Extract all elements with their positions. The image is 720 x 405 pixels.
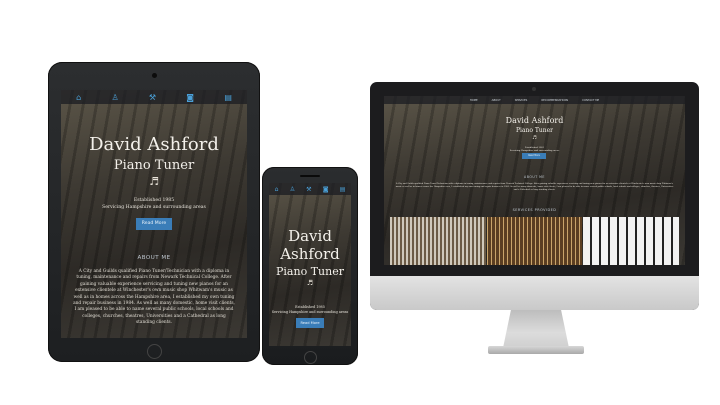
nav-contact[interactable]: CONTACT ME	[582, 99, 599, 102]
imac-navbar: HOME ABOUT SERVICES RECOMMENDATIONS CONT…	[384, 96, 685, 104]
site-subtitle: Piano Tuner	[276, 265, 344, 278]
tablet-device: ⌂ ♙ ⚒ ◙ ▤ David Ashford Piano Tuner ♬ Es…	[48, 62, 260, 362]
servicing-text: Servicing Hampshire and surrounding area…	[271, 310, 349, 314]
imac-camera	[532, 87, 536, 91]
camera-icon[interactable]: ◙	[323, 186, 329, 193]
mail-icon[interactable]: ▤	[224, 93, 232, 102]
phone-navbar: ⌂ ♙ ⚒ ◙ ▤	[269, 183, 351, 195]
phone-speaker	[300, 175, 320, 177]
home-icon[interactable]: ⌂	[76, 93, 81, 102]
tablet-camera	[152, 73, 157, 78]
apple-logo-icon	[527, 283, 542, 300]
tablet-home-button	[147, 344, 162, 359]
wrench-icon[interactable]: ⚒	[149, 93, 156, 102]
about-heading: ABOUT ME	[137, 255, 171, 261]
nav-recommendations[interactable]: RECOMMENDATIONS	[541, 99, 568, 102]
about-heading: ABOUT ME	[524, 175, 545, 179]
about-text: A City and Guilds qualified Piano Tuner/…	[395, 183, 674, 191]
site-title: David Ashford	[89, 134, 219, 155]
nav-home[interactable]: HOME	[470, 99, 478, 102]
read-more-button[interactable]: Read More	[136, 218, 172, 230]
home-icon[interactable]: ⌂	[275, 186, 279, 193]
about-text: A City and Guilds qualified Piano Tuner/…	[73, 269, 235, 326]
user-icon[interactable]: ♙	[290, 186, 295, 193]
read-more-button[interactable]: Read More	[522, 153, 546, 159]
service-image-piano-interior[interactable]	[486, 217, 583, 265]
piano-icon: ♬	[306, 279, 314, 287]
services-heading: SERVICES PROVIDED	[512, 208, 557, 212]
site-subtitle: Piano Tuner	[515, 127, 554, 134]
imac-screen: HOME ABOUT SERVICES RECOMMENDATIONS CONT…	[384, 96, 685, 265]
piano-icon: ♬	[532, 135, 537, 141]
servicing-text: Servicing Hampshire and surrounding area…	[509, 149, 560, 152]
established-text: Established 1985	[133, 198, 175, 203]
phone-device: ⌂ ♙ ⚒ ◙ ▤ David Ashford Piano Tuner ♬ Es…	[262, 167, 358, 365]
wrench-icon[interactable]: ⚒	[306, 186, 311, 193]
nav-about[interactable]: ABOUT	[492, 99, 501, 102]
nav-services[interactable]: SERVICES	[515, 99, 528, 102]
mail-icon[interactable]: ▤	[340, 186, 346, 193]
phone-screen: ⌂ ♙ ⚒ ◙ ▤ David Ashford Piano Tuner ♬ Es…	[269, 183, 351, 346]
established-text: Established 1985	[295, 305, 325, 309]
imac-device: HOME ABOUT SERVICES RECOMMENDATIONS CONT…	[370, 82, 699, 310]
piano-icon: ♬	[149, 175, 159, 188]
read-more-button[interactable]: Read More	[296, 318, 324, 328]
site-subtitle: Piano Tuner	[113, 158, 195, 173]
tablet-screen: ⌂ ♙ ⚒ ◙ ▤ David Ashford Piano Tuner ♬ Es…	[61, 90, 247, 338]
imac-stand	[503, 310, 569, 348]
services-gallery	[390, 217, 680, 265]
service-image-piano-keys[interactable]	[583, 217, 680, 265]
user-icon[interactable]: ♙	[111, 93, 118, 102]
tablet-navbar: ⌂ ♙ ⚒ ◙ ▤	[61, 90, 247, 104]
imac-stand-base	[488, 346, 584, 354]
servicing-text: Servicing Hampshire and surrounding area…	[102, 205, 206, 210]
camera-icon[interactable]: ◙	[186, 93, 194, 102]
site-title: David Ashford	[280, 227, 340, 263]
phone-home-button	[304, 351, 317, 364]
site-title: David Ashford	[505, 116, 564, 125]
service-image-piano-action[interactable]	[390, 217, 486, 265]
